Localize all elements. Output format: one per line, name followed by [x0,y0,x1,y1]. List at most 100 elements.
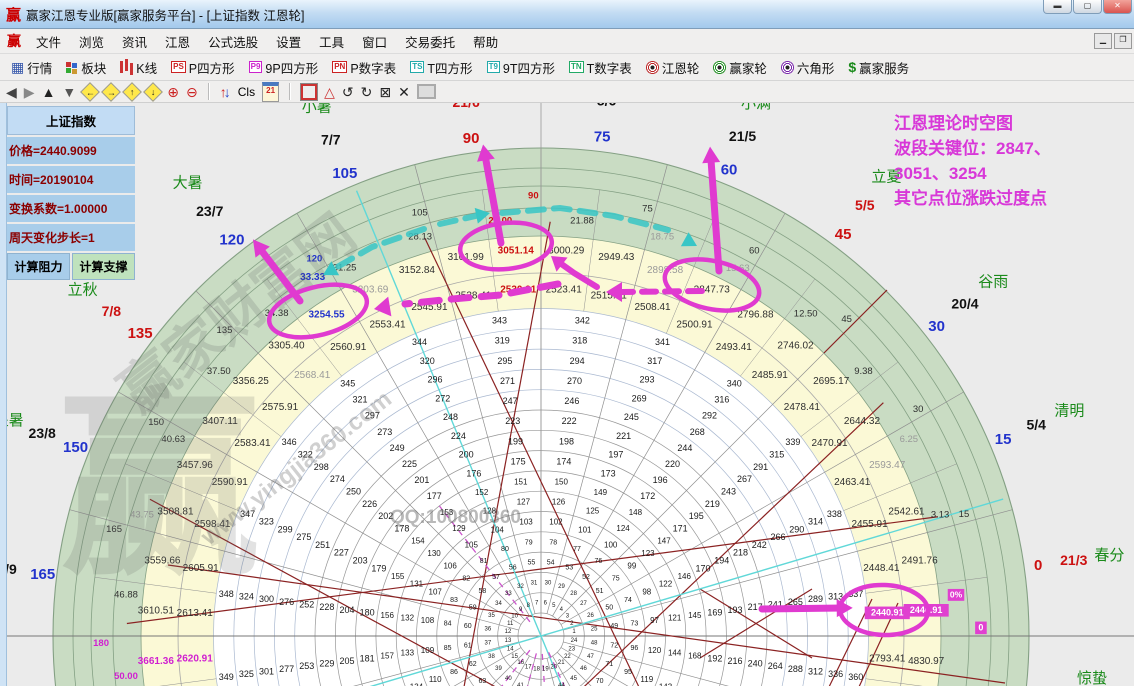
svg-text:242: 242 [752,540,767,550]
cls-icon[interactable]: Cls [238,85,255,99]
mdi-minimize-button[interactable]: ▁ [1094,33,1112,49]
svg-text:195: 195 [689,511,704,521]
rotate-left-icon[interactable]: ↺ [342,84,354,100]
toolbar-button-江恩轮[interactable]: 江恩轮 [639,56,707,79]
板块-icon [66,62,71,67]
menu-item-8[interactable]: 交易委托 [396,29,464,54]
svg-text:大暑: 大暑 [173,175,203,192]
forward-icon[interactable]: ▶ [24,84,35,100]
svg-text:54: 54 [547,560,555,567]
svg-text:16: 16 [517,660,524,666]
minimize-button[interactable]: ▬ [1043,0,1072,14]
down-icon[interactable]: ▼ [62,84,76,100]
toolbar-button-P数字表[interactable]: PNP数字表 [325,56,403,79]
toolbar-button-9P四方形[interactable]: P99P四方形 [242,56,326,79]
dia-left-icon[interactable]: ← [80,82,100,102]
svg-text:216: 216 [728,656,743,666]
toolbar-label: K线 [136,58,157,77]
menu-item-2[interactable]: 资讯 [113,29,156,54]
svg-text:53: 53 [565,565,573,572]
menu-item-9[interactable]: 帮助 [464,29,507,54]
svg-text:21/6: 21/6 [452,103,479,110]
calendar-icon[interactable]: 21 [262,82,279,102]
zoom-out-icon[interactable]: ⊖ [186,84,198,100]
svg-text:165: 165 [30,566,55,583]
toolbar-button-板块[interactable]: 板块 [59,56,113,79]
back-icon[interactable]: ◀ [6,84,17,100]
calc-support-button[interactable]: 计算支撑 [72,253,135,280]
box-x-icon[interactable]: ⊠ [379,84,391,100]
svg-text:2746.02: 2746.02 [777,340,814,351]
svg-text:立秋: 立秋 [68,282,98,299]
svg-text:32: 32 [517,584,524,590]
triangle-icon[interactable]: △ [324,84,335,100]
svg-text:360: 360 [848,672,863,682]
svg-text:240: 240 [748,659,763,669]
toolbar-label: 9T四方形 [503,58,555,77]
svg-text:201: 201 [414,475,429,485]
maximize-button[interactable]: ▢ [1073,0,1102,14]
up-icon[interactable]: ▲ [42,84,56,100]
svg-text:48: 48 [591,641,598,647]
menu-item-0[interactable]: 文件 [27,29,70,54]
svg-text:45: 45 [835,226,852,243]
mdi-window-buttons: ▁ ❐ [1094,33,1132,49]
svg-text:14: 14 [507,646,514,652]
svg-text:193: 193 [728,605,743,615]
toolbar-button-P四方形[interactable]: PSP四方形 [164,56,242,79]
svg-text:QQ:100800360: QQ:100800360 [390,507,521,528]
toolbar-button-K线[interactable]: K线 [113,56,164,79]
dia-right-icon[interactable]: → [101,82,121,102]
svg-text:126: 126 [552,497,566,506]
rect-icon[interactable] [301,84,317,100]
svg-text:小满: 小满 [741,103,771,112]
toolbar-button-T四方形[interactable]: TST四方形 [403,56,479,79]
menu-item-1[interactable]: 浏览 [70,29,113,54]
annotation-line: 江恩理论时空图 [894,111,1126,136]
svg-text:180: 180 [93,638,109,649]
svg-text:243: 243 [721,487,736,497]
toolbar-button-赢家轮[interactable]: 赢家轮 [706,56,774,79]
zoom-in-icon[interactable]: ⊕ [167,84,179,100]
dia-up-icon[interactable]: ↑ [122,82,142,102]
menu-item-3[interactable]: 江恩 [156,29,199,54]
svg-text:3254.55: 3254.55 [308,310,345,321]
dia-down-icon[interactable]: ↓ [143,82,163,102]
svg-text:147: 147 [657,537,671,546]
svg-text:197: 197 [608,450,623,460]
mdi-restore-button[interactable]: ❐ [1114,33,1132,49]
rotate-right-icon[interactable]: ↻ [361,84,373,100]
9T四方形-icon: T9 [487,61,500,73]
svg-text:249: 249 [390,443,405,453]
close-button[interactable]: ✕ [1103,0,1132,14]
svg-text:23/8: 23/8 [29,425,56,441]
toolbar-separator [208,83,210,100]
toolbar-label: 六角形 [797,58,835,77]
svg-text:15: 15 [959,509,970,520]
svg-text:342: 342 [575,316,590,326]
svg-text:30: 30 [928,318,945,335]
toolbar-button-六角形[interactable]: 六角形 [774,56,842,79]
svg-text:169: 169 [707,607,722,617]
screen-icon[interactable] [417,84,436,99]
shrink-icon[interactable]: ✕ [398,84,410,100]
menu-item-6[interactable]: 工具 [310,29,353,54]
menu-item-7[interactable]: 窗口 [353,29,396,54]
toolbar-button-T数字表[interactable]: TNT数字表 [562,56,639,79]
svg-text:2500.91: 2500.91 [676,319,713,330]
updown-icon[interactable]: ↑↓ [220,84,231,100]
svg-text:226: 226 [362,499,377,509]
menu-item-5[interactable]: 设置 [267,29,310,54]
svg-text:15: 15 [511,654,518,660]
svg-text:0: 0 [978,623,983,633]
menu-item-4[interactable]: 公式选股 [199,29,267,54]
calc-resistance-button[interactable]: 计算阻力 [7,253,70,280]
toolbar-label: P四方形 [189,58,235,77]
toolbar-button-行情[interactable]: ▦行情 [4,56,59,79]
toolbar-button-9T四方形[interactable]: T99T四方形 [480,56,562,79]
svg-text:2793.41: 2793.41 [869,653,906,664]
svg-text:268: 268 [690,427,705,437]
svg-text:199: 199 [508,436,523,446]
toolbar-button-赢家服务[interactable]: $赢家服务 [841,56,916,79]
svg-text:2491.76: 2491.76 [902,555,939,566]
